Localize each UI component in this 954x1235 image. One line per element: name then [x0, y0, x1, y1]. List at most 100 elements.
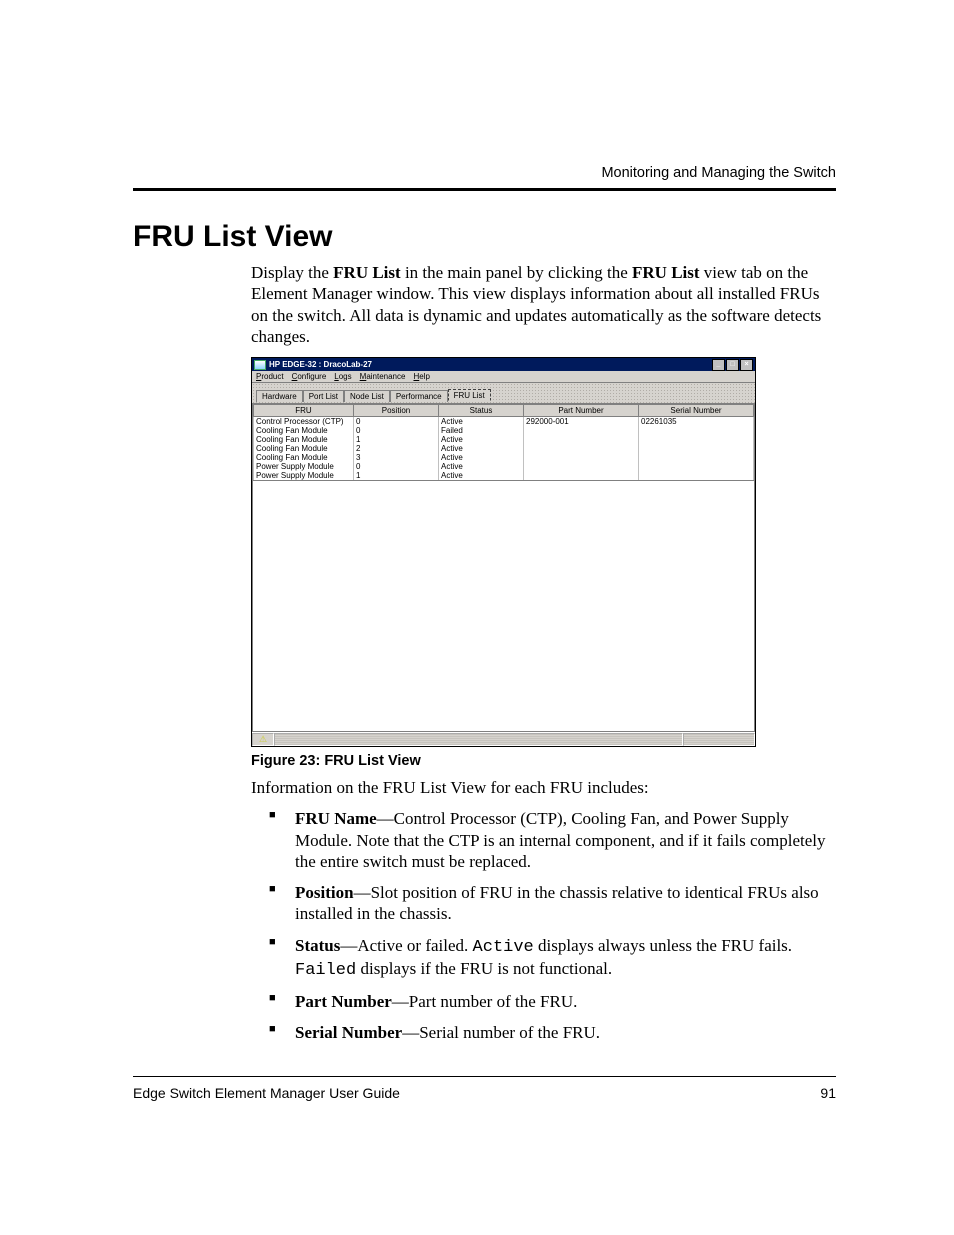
app-window: HP EDGE-32 : DracoLab-27 _ □ × Product C…	[251, 357, 756, 747]
cell-partnumber	[524, 462, 639, 471]
menu-help[interactable]: Help	[413, 372, 429, 381]
window-title: HP EDGE-32 : DracoLab-27	[269, 360, 372, 369]
table-row[interactable]: Control Processor (CTP) 0 Active 292000-…	[254, 417, 754, 427]
item-term: FRU Name	[295, 809, 377, 828]
item-desc: —Serial number of the FRU.	[402, 1023, 600, 1042]
footer-title: Edge Switch Element Manager User Guide	[133, 1085, 400, 1101]
close-button[interactable]: ×	[740, 359, 753, 371]
table-header-row: FRU Position Status Part Number Serial N…	[254, 405, 754, 417]
page-number: 91	[820, 1085, 836, 1101]
item-term: Part Number	[295, 992, 392, 1011]
table-empty-area	[252, 481, 755, 732]
cell-status: Failed	[439, 426, 524, 435]
item-code: Failed	[295, 961, 356, 980]
status-segment	[274, 733, 683, 746]
cell-status: Active	[439, 444, 524, 453]
col-fru[interactable]: FRU	[254, 405, 354, 417]
menu-logs[interactable]: Logs	[334, 372, 351, 381]
item-term: Status	[295, 936, 340, 955]
item-desc: —Active or failed.	[340, 936, 472, 955]
cell-fru: Cooling Fan Module	[254, 435, 354, 444]
menu-maintenance[interactable]: Maintenance	[360, 372, 406, 381]
table-row[interactable]: Cooling Fan Module 1 Active	[254, 435, 754, 444]
cell-partnumber: 292000-001	[524, 417, 639, 427]
intro-bold-1: FRU List	[333, 263, 401, 282]
table-row[interactable]: Cooling Fan Module 3 Active	[254, 453, 754, 462]
cell-fru: Power Supply Module	[254, 471, 354, 480]
cell-partnumber	[524, 453, 639, 462]
tab-hardware[interactable]: Hardware	[256, 390, 303, 402]
cell-partnumber	[524, 444, 639, 453]
info-list: FRU Name—Control Processor (CTP), Coolin…	[269, 808, 836, 1043]
item-desc: displays if the FRU is not functional.	[356, 959, 612, 978]
item-term: Position	[295, 883, 354, 902]
cell-serialnumber: 02261035	[639, 417, 754, 427]
table-row[interactable]: Cooling Fan Module 0 Failed	[254, 426, 754, 435]
list-item: Serial Number—Serial number of the FRU.	[269, 1022, 836, 1043]
cell-status: Active	[439, 435, 524, 444]
item-desc: —Part number of the FRU.	[392, 992, 578, 1011]
cell-fru: Control Processor (CTP)	[254, 417, 354, 427]
cell-fru: Cooling Fan Module	[254, 444, 354, 453]
cell-partnumber	[524, 435, 639, 444]
header-rule	[133, 188, 836, 191]
cell-position: 2	[354, 444, 439, 453]
tab-area: Hardware Port List Node List Performance…	[252, 383, 755, 403]
item-code: Active	[473, 938, 534, 957]
cell-position: 1	[354, 435, 439, 444]
fru-table: FRU Position Status Part Number Serial N…	[253, 404, 754, 480]
item-desc: displays always unless the FRU fails.	[534, 936, 792, 955]
list-item: Status—Active or failed. Active displays…	[269, 935, 836, 982]
table-row[interactable]: Cooling Fan Module 2 Active	[254, 444, 754, 453]
cell-status: Active	[439, 462, 524, 471]
cell-serialnumber	[639, 471, 754, 480]
maximize-button[interactable]: □	[726, 359, 739, 371]
menu-configure[interactable]: Configure	[292, 372, 327, 381]
cell-position: 0	[354, 462, 439, 471]
item-desc: —Slot position of FRU in the chassis rel…	[295, 883, 819, 923]
intro-paragraph: Display the FRU List in the main panel b…	[251, 262, 836, 347]
table-row[interactable]: Power Supply Module 1 Active	[254, 471, 754, 480]
cell-partnumber	[524, 471, 639, 480]
cell-status: Active	[439, 471, 524, 480]
statusbar: ⚠	[252, 732, 755, 746]
col-serial-number[interactable]: Serial Number	[639, 405, 754, 417]
intro-text: Display the	[251, 263, 333, 282]
cell-fru: Power Supply Module	[254, 462, 354, 471]
cell-position: 0	[354, 426, 439, 435]
col-position[interactable]: Position	[354, 405, 439, 417]
titlebar[interactable]: HP EDGE-32 : DracoLab-27 _ □ ×	[252, 358, 755, 371]
col-part-number[interactable]: Part Number	[524, 405, 639, 417]
cell-partnumber	[524, 426, 639, 435]
section-title: FRU List View	[133, 220, 836, 254]
tab-performance[interactable]: Performance	[390, 390, 448, 402]
minimize-button[interactable]: _	[712, 359, 725, 371]
cell-serialnumber	[639, 435, 754, 444]
list-item: Position—Slot position of FRU in the cha…	[269, 882, 836, 925]
cell-position: 1	[354, 471, 439, 480]
app-icon	[254, 360, 266, 370]
intro-bold-2: FRU List	[632, 263, 700, 282]
cell-position: 0	[354, 417, 439, 427]
tab-port-list[interactable]: Port List	[303, 390, 344, 402]
warning-icon[interactable]: ⚠	[252, 733, 274, 746]
cell-fru: Cooling Fan Module	[254, 426, 354, 435]
cell-status: Active	[439, 453, 524, 462]
item-term: Serial Number	[295, 1023, 402, 1042]
tab-node-list[interactable]: Node List	[344, 390, 390, 402]
cell-serialnumber	[639, 444, 754, 453]
cell-serialnumber	[639, 462, 754, 471]
intro-text: in the main panel by clicking the	[401, 263, 632, 282]
menubar: Product Configure Logs Maintenance Help	[252, 371, 755, 383]
menu-product[interactable]: Product	[256, 372, 284, 381]
list-item: FRU Name—Control Processor (CTP), Coolin…	[269, 808, 836, 872]
list-item: Part Number—Part number of the FRU.	[269, 991, 836, 1012]
cell-status: Active	[439, 417, 524, 427]
cell-serialnumber	[639, 453, 754, 462]
info-lead: Information on the FRU List View for eac…	[251, 777, 836, 798]
tab-fru-list[interactable]: FRU List	[448, 389, 491, 401]
fru-table-wrap: FRU Position Status Part Number Serial N…	[252, 403, 755, 481]
running-head: Monitoring and Managing the Switch	[601, 165, 836, 181]
col-status[interactable]: Status	[439, 405, 524, 417]
table-row[interactable]: Power Supply Module 0 Active	[254, 462, 754, 471]
